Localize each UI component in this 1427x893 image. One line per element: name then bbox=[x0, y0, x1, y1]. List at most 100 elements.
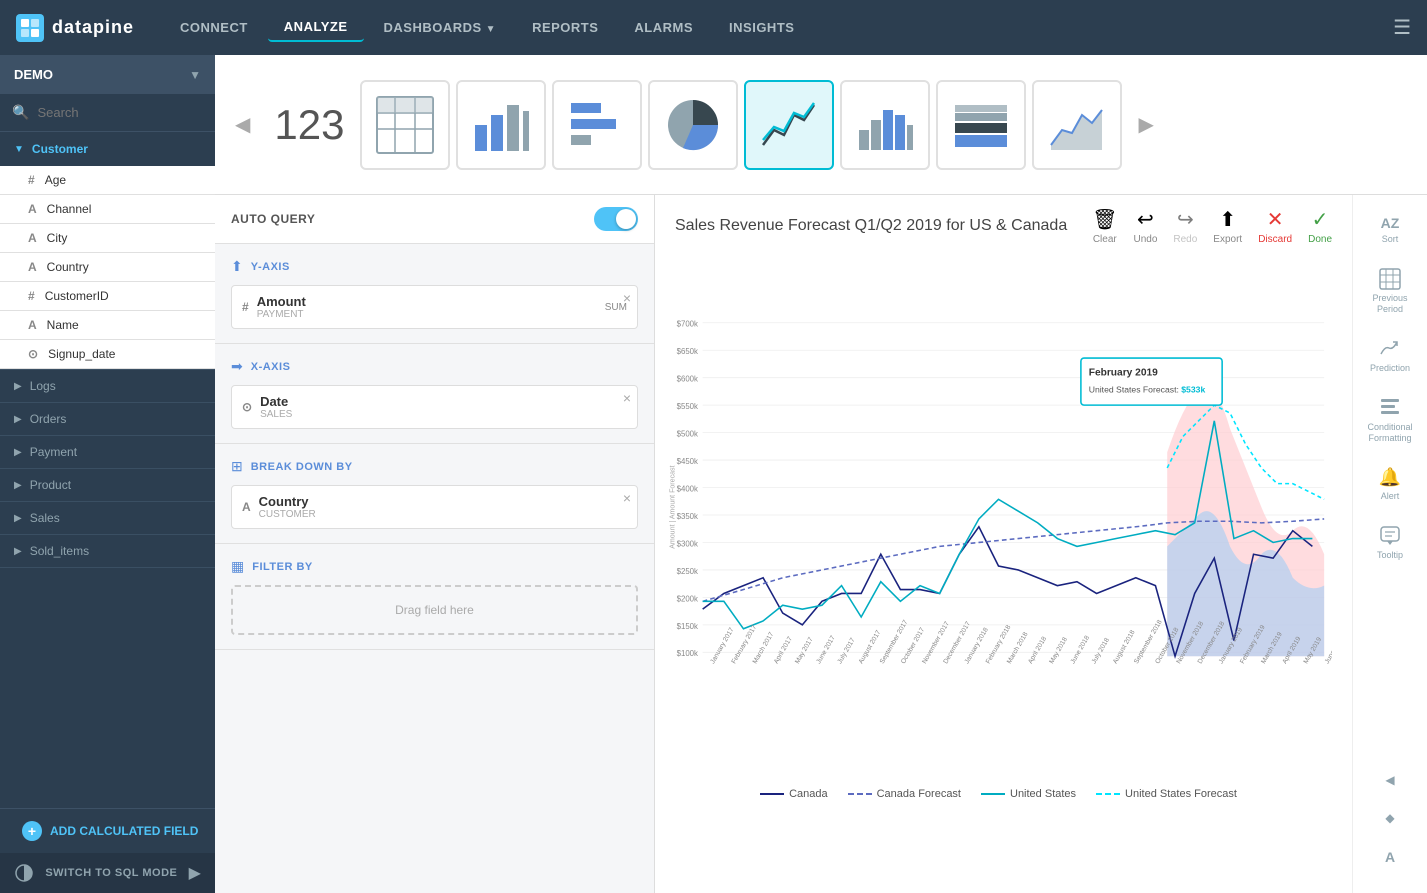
x-axis-header: ➡ X-AXIS bbox=[231, 358, 638, 375]
svg-text:$100k: $100k bbox=[677, 649, 698, 658]
chevron-right-icon: ▶ bbox=[14, 381, 22, 392]
sidebar-item-city[interactable]: A City bbox=[0, 224, 215, 253]
sidebar-group-logs-label: Logs bbox=[30, 379, 56, 393]
svg-text:$350k: $350k bbox=[677, 512, 698, 521]
redo-button[interactable]: ↪ Redo bbox=[1173, 207, 1197, 245]
nav-alarms[interactable]: ALARMS bbox=[618, 14, 709, 41]
break-down-section: ⊞ BREAK DOWN BY A Country Customer × bbox=[215, 444, 654, 544]
switch-sql-mode[interactable]: SWITCH TO SQL MODE ▶ bbox=[0, 853, 215, 893]
chart-toolbar-prev-icon[interactable]: ◀ bbox=[227, 104, 258, 145]
legend-canada-forecast-label: Canada Forecast bbox=[877, 788, 961, 800]
auto-query-toggle[interactable] bbox=[594, 207, 638, 231]
tooltip-tool-button[interactable]: Tooltip bbox=[1353, 515, 1427, 572]
x-axis-field-sub: Sales bbox=[260, 409, 627, 420]
search-icon: 🔍 bbox=[12, 104, 29, 121]
conditional-formatting-tool-button[interactable]: Conditional Formatting bbox=[1353, 387, 1427, 455]
sidebar-collapsed-groups: ▶ Logs ▶ Orders ▶ Payment ▶ Product ▶ Sa… bbox=[0, 370, 215, 568]
hamburger-menu[interactable]: ☰ bbox=[1393, 15, 1411, 40]
svg-text:$700k: $700k bbox=[677, 320, 698, 329]
svg-text:$200k: $200k bbox=[677, 594, 698, 603]
side-panel-text-button[interactable]: A bbox=[1379, 839, 1401, 875]
chart-toolbar-next-icon[interactable]: ▶ bbox=[1130, 104, 1161, 145]
sidebar-item-signup-date[interactable]: ⊙ Signup_date bbox=[0, 340, 215, 369]
nav-connect[interactable]: CONNECT bbox=[164, 14, 264, 41]
break-down-field[interactable]: A Country Customer × bbox=[231, 485, 638, 529]
sidebar-group-product[interactable]: ▶ Product bbox=[0, 469, 215, 502]
svg-text:$500k: $500k bbox=[677, 430, 698, 439]
svg-text:April 2017: April 2017 bbox=[773, 635, 794, 665]
chart-type-area[interactable] bbox=[1032, 80, 1122, 170]
sidebar-item-channel[interactable]: A Channel bbox=[0, 195, 215, 224]
chart-header: Sales Revenue Forecast Q1/Q2 2019 for US… bbox=[655, 195, 1352, 245]
demo-label: DEMO bbox=[14, 67, 53, 82]
nav-insights[interactable]: INSIGHTS bbox=[713, 14, 810, 41]
nav-analyze[interactable]: ANALYZE bbox=[268, 13, 364, 42]
chart-type-table[interactable] bbox=[360, 80, 450, 170]
svg-text:United States Forecast: $533k: United States Forecast: $533k bbox=[1089, 385, 1206, 395]
x-axis-field[interactable]: ⊙ Date Sales × bbox=[231, 385, 638, 429]
nav-reports[interactable]: REPORTS bbox=[516, 14, 614, 41]
sidebar-item-age[interactable]: # Age bbox=[0, 166, 215, 195]
search-input[interactable] bbox=[37, 105, 203, 120]
discard-button[interactable]: ✕ Discard bbox=[1258, 207, 1292, 245]
sidebar-group-sales[interactable]: ▶ Sales bbox=[0, 502, 215, 535]
add-calculated-field-button[interactable]: + ADD CALCULATED FIELD bbox=[0, 808, 215, 853]
break-down-field-remove-icon[interactable]: × bbox=[623, 490, 631, 506]
chart-type-column[interactable] bbox=[840, 80, 930, 170]
content-panel: ◀ 123 bbox=[215, 55, 1427, 893]
text-icon: A bbox=[28, 260, 37, 274]
chevron-right-icon: ▶ bbox=[14, 480, 22, 491]
alert-label: Alert bbox=[1381, 491, 1400, 503]
chart-type-stacked[interactable] bbox=[936, 80, 1026, 170]
svg-text:February 2019: February 2019 bbox=[1089, 367, 1158, 378]
filter-icon: ▦ bbox=[231, 558, 244, 575]
legend-canada: Canada bbox=[760, 788, 828, 800]
sort-tool-button[interactable]: AZ Sort bbox=[1353, 205, 1427, 256]
demo-selector[interactable]: DEMO ▼ bbox=[0, 55, 215, 94]
export-button[interactable]: ⬆ Export bbox=[1213, 207, 1242, 245]
legend-canada-forecast: Canada Forecast bbox=[848, 788, 961, 800]
sidebar-group-payment-label: Payment bbox=[30, 445, 77, 459]
y-axis-section: ⬆ Y-AXIS # Amount Payment SUM × bbox=[215, 244, 654, 344]
x-axis-icon: ➡ bbox=[231, 358, 243, 375]
sidebar-group-sold-items[interactable]: ▶ Sold_items bbox=[0, 535, 215, 568]
side-panel-collapse-button[interactable]: ◀ bbox=[1379, 763, 1401, 797]
logo[interactable]: datapine bbox=[16, 14, 134, 42]
undo-button[interactable]: ↩ Undo bbox=[1133, 207, 1157, 245]
clear-button[interactable]: 🗑 Clear bbox=[1092, 207, 1117, 245]
sidebar-group-orders[interactable]: ▶ Orders bbox=[0, 403, 215, 436]
sidebar-group-payment[interactable]: ▶ Payment bbox=[0, 436, 215, 469]
x-axis-field-remove-icon[interactable]: × bbox=[623, 390, 631, 406]
previous-period-icon bbox=[1379, 268, 1401, 290]
sidebar-item-customerid[interactable]: # CustomerID bbox=[0, 282, 215, 311]
alert-icon: 🔔 bbox=[1379, 467, 1401, 488]
sidebar-item-age-label: Age bbox=[45, 173, 66, 187]
x-axis-label: X-AXIS bbox=[251, 361, 291, 373]
chart-type-hbar[interactable] bbox=[552, 80, 642, 170]
side-panel-option-button[interactable]: ◆ bbox=[1379, 801, 1401, 835]
y-axis-field[interactable]: # Amount Payment SUM × bbox=[231, 285, 638, 329]
prediction-tool-button[interactable]: Prediction bbox=[1353, 328, 1427, 385]
sidebar-item-country[interactable]: A Country bbox=[0, 253, 215, 282]
sidebar-group-sales-label: Sales bbox=[30, 511, 60, 525]
prediction-icon bbox=[1379, 338, 1401, 360]
svg-text:April 2018: April 2018 bbox=[1027, 635, 1048, 665]
chart-type-line[interactable] bbox=[744, 80, 834, 170]
previous-period-tool-button[interactable]: Previous Period bbox=[1353, 258, 1427, 326]
sidebar-group-logs[interactable]: ▶ Logs bbox=[0, 370, 215, 403]
chevron-right-icon: ▶ bbox=[14, 513, 22, 524]
alert-tool-button[interactable]: 🔔 Alert bbox=[1353, 457, 1427, 513]
main-layout: DEMO ▼ 🔍 ▼ Customer # Age A Channel A Ci… bbox=[0, 55, 1427, 893]
logo-text: datapine bbox=[52, 17, 134, 38]
redo-icon: ↪ bbox=[1177, 207, 1194, 232]
sidebar-group-sold-items-label: Sold_items bbox=[30, 544, 89, 558]
sidebar-group-customer-header[interactable]: ▼ Customer bbox=[0, 132, 215, 166]
chart-type-pie[interactable] bbox=[648, 80, 738, 170]
sidebar-item-name[interactable]: A Name bbox=[0, 311, 215, 340]
nav-dashboards[interactable]: DASHBOARDS▼ bbox=[368, 14, 513, 41]
done-button[interactable]: ✓ Done bbox=[1308, 207, 1332, 245]
y-axis-field-remove-icon[interactable]: × bbox=[623, 290, 631, 306]
sidebar-group-customer: ▼ Customer # Age A Channel A City A Coun… bbox=[0, 132, 215, 370]
chart-type-bar[interactable] bbox=[456, 80, 546, 170]
query-panel: AUTO QUERY ⬆ Y-AXIS # Amount bbox=[215, 195, 655, 893]
